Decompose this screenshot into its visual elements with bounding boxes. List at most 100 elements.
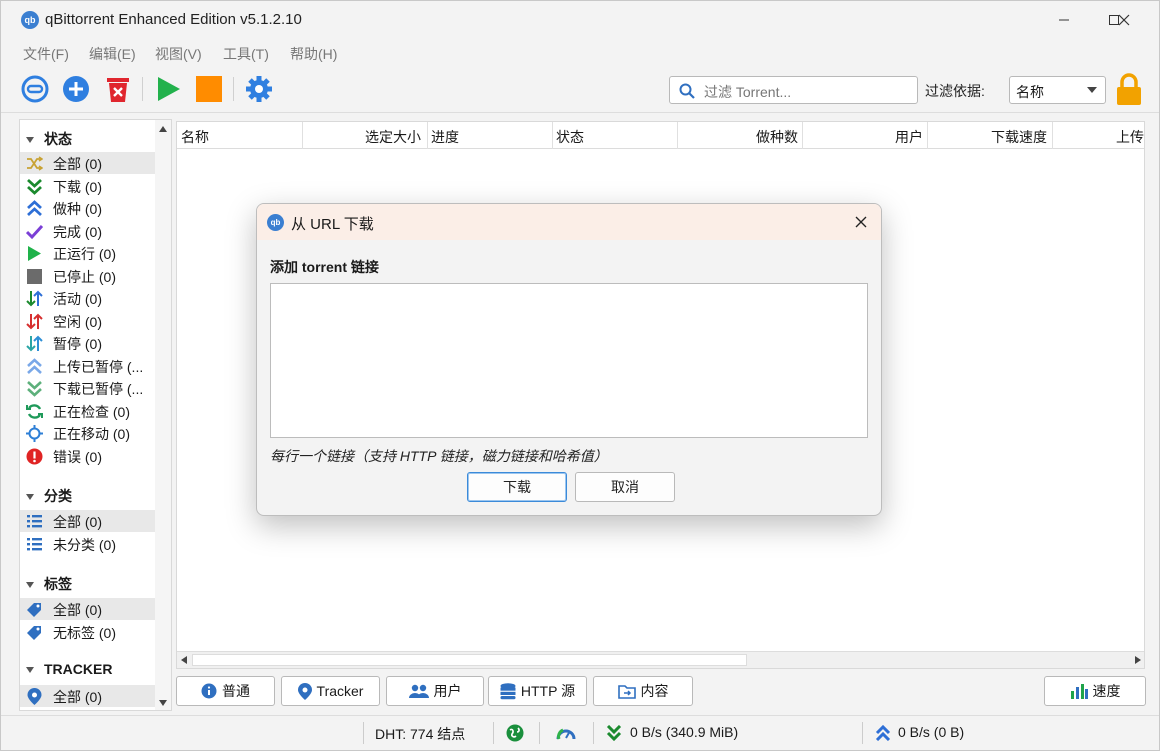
list-item[interactable]: 已停止 (0) [20,265,155,287]
cancel-button[interactable]: 取消 [575,472,675,502]
list-item[interactable]: 活动 (0) [20,287,155,309]
menu-file[interactable]: 文件(F) [23,44,69,64]
tab-tracker[interactable]: Tracker [281,676,380,706]
list-item[interactable]: 全部 (0) [20,510,155,532]
url-textarea[interactable] [270,283,868,438]
list-item-label: 错误 (0) [53,448,102,465]
delete-icon[interactable] [104,75,132,103]
app-logo-icon: qb [21,11,39,29]
category-header[interactable]: 分类 [26,486,72,506]
filter-by-label: 过滤依据: [925,83,985,99]
checking-icon [26,403,43,419]
list-icon [27,537,42,550]
column-seeds[interactable]: 做种数 [756,127,798,147]
tab-content[interactable]: 内容 [593,676,693,706]
gear-icon[interactable] [245,75,273,103]
toolbar-separator [142,77,143,101]
list-item[interactable]: 正在移动 (0) [20,422,155,444]
download-button[interactable]: 下载 [467,472,567,502]
tab-label: 用户 [433,683,462,699]
download-speed-icon [606,725,622,741]
tab-label: HTTP 源 [520,683,576,699]
dialog-hint: 每行一个链接（支持 HTTP 链接，磁力链接和哈希值） [270,448,608,464]
chevron-down-icon [1087,87,1097,93]
scroll-thumb[interactable] [192,654,747,666]
close-icon [855,216,867,228]
tab-peers[interactable]: 用户 [386,676,484,706]
list-item-label: 活动 (0) [53,291,102,307]
list-item-label: 上传已暂停 (... [53,358,144,375]
collapse-icon [26,494,34,501]
menu-help[interactable]: 帮助(H) [290,44,337,64]
network-globe-icon[interactable] [506,724,524,742]
speed-tab[interactable]: 速度 [1044,676,1146,706]
tag-header[interactable]: 标签 [26,574,72,594]
column-download-speed[interactable]: 下载速度 [991,127,1047,147]
sidebar: 状态 全部 (0) 下载 (0) 做种 (0) 完成 (0) 正运行 (0) 已停止 (0… [19,119,172,711]
tracker-header[interactable]: TRACKER [26,661,112,677]
info-icon [201,683,217,699]
list-item[interactable]: 全部 (0) [20,685,155,707]
list-item-label: 做种 (0) [53,201,102,217]
dht-status: DHT: 774 结点 [375,726,466,742]
list-item-label: 下载已暂停 (... [53,381,144,397]
menu-edit[interactable]: 编辑(E) [89,44,136,64]
list-item[interactable]: 做种 (0) [20,197,155,219]
column-selected-size[interactable]: 选定大小 [365,127,421,147]
list-item[interactable]: 下载已暂停 (... [20,377,155,399]
list-item[interactable]: 未分类 (0) [20,533,155,555]
toolbar-separator [233,77,234,101]
add-link-icon[interactable] [21,75,49,103]
list-item[interactable]: 上传已暂停 (... [20,355,155,377]
column-progress[interactable]: 进度 [431,127,459,147]
tab-label: 内容 [640,683,669,699]
window-title: qBittorrent Enhanced Edition v5.1.2.10 [45,11,302,28]
speed-limit-icon[interactable] [556,724,576,742]
stop-icon[interactable] [195,75,223,103]
list-item[interactable]: 无标签 (0) [20,621,155,643]
list-item[interactable]: 全部 (0) [20,598,155,620]
tab-label: 速度 [1092,683,1121,699]
start-icon[interactable] [154,75,182,103]
column-name[interactable]: 名称 [181,127,209,147]
list-item[interactable]: 正运行 (0) [20,242,155,264]
list-item[interactable]: 空闲 (0) [20,310,155,332]
dialog-close-button[interactable] [847,208,875,236]
horizontal-scrollbar[interactable] [177,651,1144,668]
toolbar: 过滤 Torrent... 过滤依据: 名称 [1,65,1159,113]
list-item[interactable]: 完成 (0) [20,220,155,242]
download-paused-icon [27,381,42,397]
list-item-label: 暂停 (0) [53,336,102,352]
minimize-button[interactable] [1039,1,1089,39]
sidebar-scrollbar[interactable] [155,120,171,710]
list-item[interactable]: 暂停 (0) [20,332,155,354]
column-upload[interactable]: 上传 [1116,127,1144,147]
status-header[interactable]: 状态 [26,129,72,149]
list-item-label: 正运行 (0) [53,246,116,262]
list-item[interactable]: 下载 (0) [20,175,155,197]
add-torrent-icon[interactable] [62,75,90,103]
tab-http-sources[interactable]: HTTP 源 [488,676,587,706]
stop-icon [27,268,42,284]
close-icon [1118,14,1130,26]
menu-view[interactable]: 视图(V) [155,44,202,64]
close-window-button[interactable] [1099,1,1149,39]
dialog-title-bar: qb 从 URL 下载 [257,204,881,240]
properties-tabs: 普通 Tracker 用户 HTTP 源 内容 速度 [176,676,1148,708]
column-peers[interactable]: 用户 [895,127,923,147]
column-status[interactable]: 状态 [556,127,584,147]
filter-by-select[interactable]: 名称 [1009,76,1106,104]
menu-tools[interactable]: 工具(T) [223,44,269,64]
list-item-label: 无标签 (0) [53,624,116,641]
title-bar: qb qBittorrent Enhanced Edition v5.1.2.1… [1,1,1159,39]
list-item-label: 全部 (0) [53,602,102,618]
scroll-down-icon [159,700,167,706]
lock-icon[interactable] [1115,73,1143,107]
list-item[interactable]: 全部 (0) [20,152,155,174]
list-item[interactable]: 正在检查 (0) [20,400,155,422]
location-pin-icon [297,682,312,700]
collapse-icon [26,582,34,589]
tab-general[interactable]: 普通 [176,676,275,706]
list-item[interactable]: 错误 (0) [20,445,155,467]
filter-input[interactable]: 过滤 Torrent... [669,76,918,104]
